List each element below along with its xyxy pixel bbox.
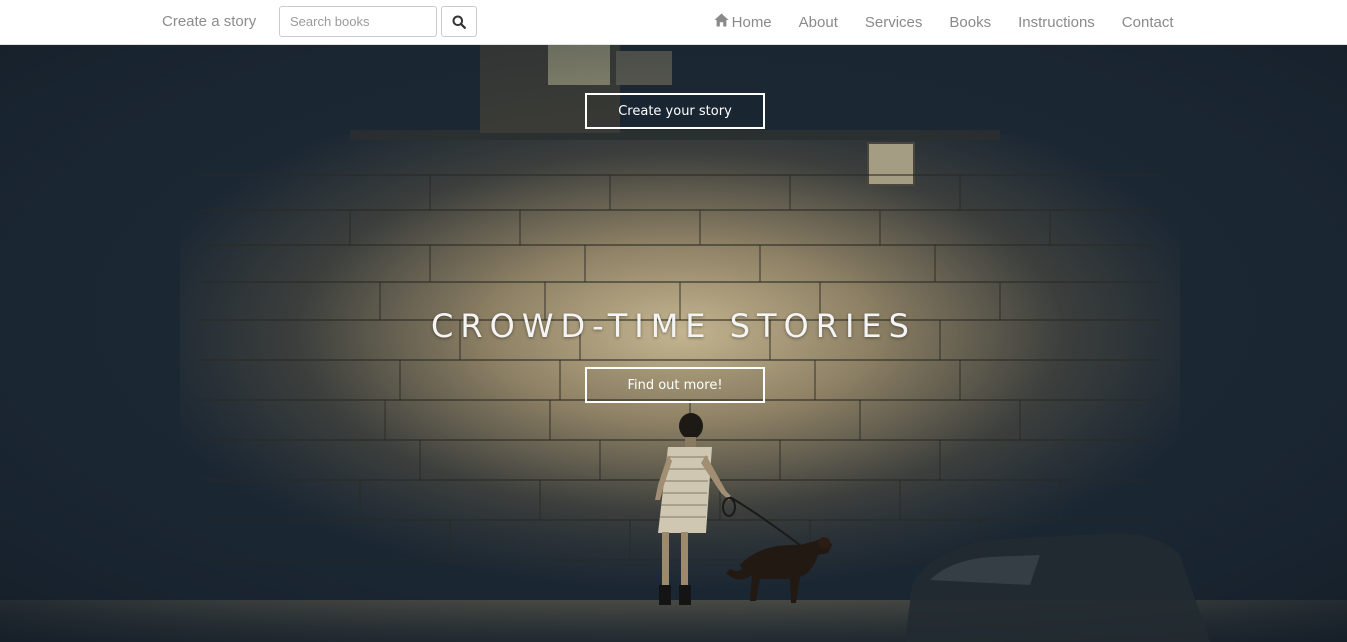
nav-books[interactable]: Books [936, 0, 1005, 44]
nav-home-label: Home [731, 13, 772, 31]
nav-about[interactable]: About [785, 0, 851, 44]
home-icon [714, 13, 729, 31]
nav-services[interactable]: Services [851, 0, 936, 44]
hero-title: CROWD-TIME STORIES [431, 307, 916, 345]
find-out-more-button[interactable]: Find out more! [585, 367, 765, 403]
top-navbar: Create a story Home About Services Books… [0, 0, 1347, 45]
nav-instructions[interactable]: Instructions [1005, 0, 1109, 44]
nav-contact[interactable]: Contact [1108, 0, 1187, 44]
brand-link[interactable]: Create a story [162, 13, 256, 30]
nav-home[interactable]: Home [700, 0, 785, 44]
nav-links: Home About Services Books Instructions C… [700, 0, 1187, 44]
create-your-story-button[interactable]: Create your story [585, 93, 765, 129]
search-books-input[interactable] [279, 6, 437, 37]
search-button[interactable] [441, 6, 477, 37]
hero-section: Create your story CROWD-TIME STORIES Fin… [0, 45, 1347, 642]
search-icon [442, 15, 476, 29]
